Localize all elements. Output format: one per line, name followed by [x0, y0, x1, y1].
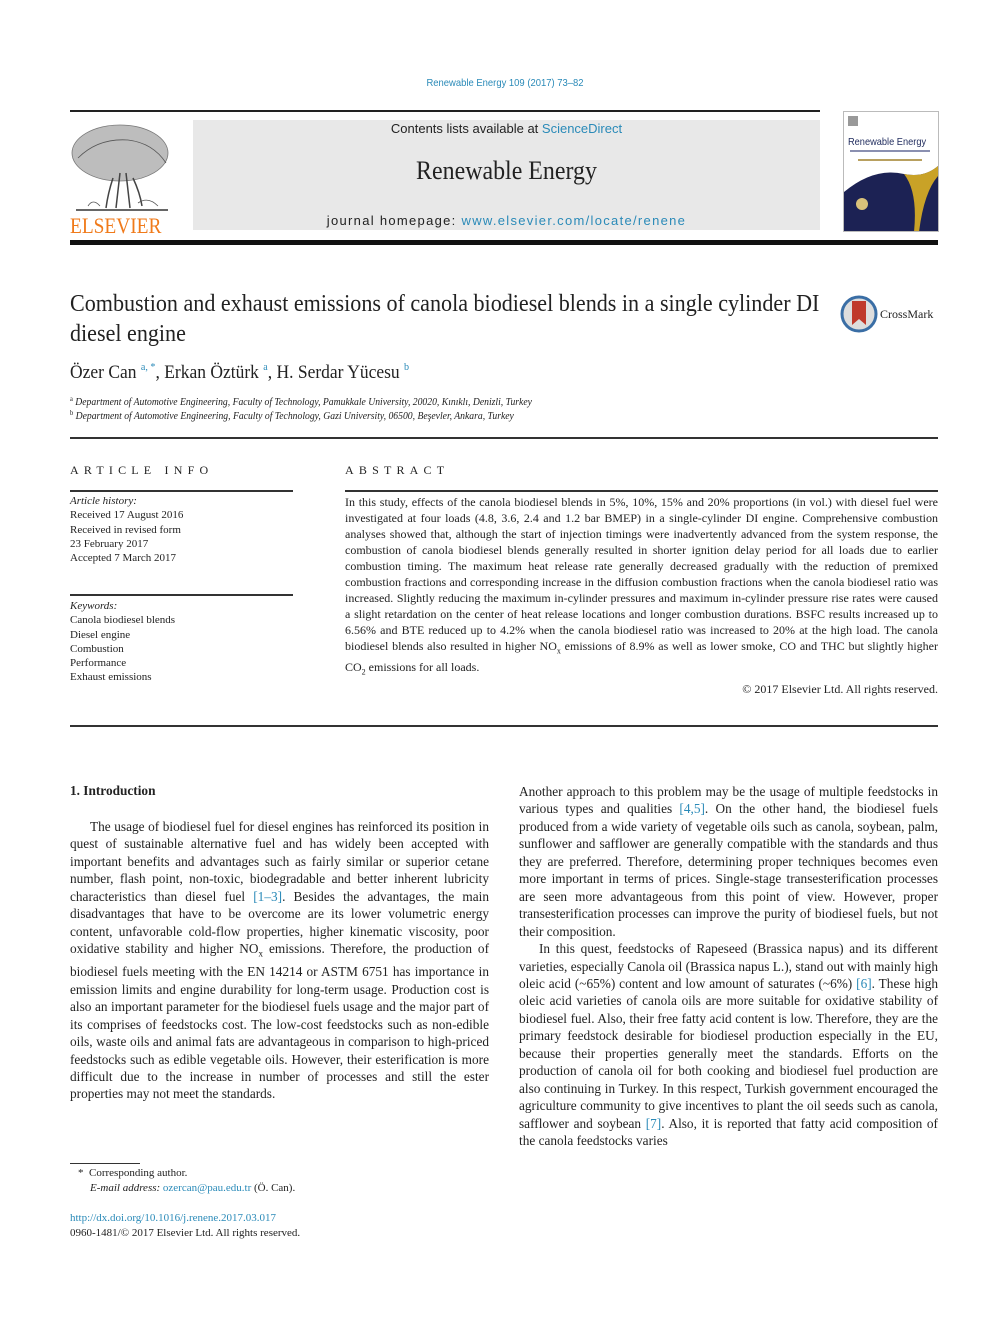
article-info-heading: ARTICLE INFO [70, 463, 214, 477]
corresponding-author-note: * Corresponding author. [78, 1166, 187, 1181]
author-name[interactable]: Özer Can [70, 362, 136, 383]
journal-reference[interactable]: Renewable Energy 109 (2017) 73–82 [51, 77, 960, 89]
journal-homepage: journal homepage: www.elsevier.com/locat… [193, 213, 820, 228]
abstract-text-part: emissions for all loads. [365, 660, 480, 675]
keywords-label: Keywords: [70, 600, 118, 612]
paragraph: In this quest, feedstocks of Rapeseed (B… [519, 940, 938, 1149]
abstract-rule [345, 490, 938, 492]
affiliation-text: Department of Automotive Engineering, Fa… [75, 411, 514, 422]
contents-prefix: Contents lists available at [390, 121, 542, 136]
article-history-label: Article history: [70, 495, 137, 507]
cover-elsevier-mini-logo-icon [848, 116, 858, 126]
crossmark-button[interactable]: CrossMark [840, 295, 940, 335]
history-item: Received in revised form [70, 523, 181, 536]
citation-link[interactable]: [1–3] [253, 889, 282, 904]
keyword: Combustion [70, 642, 124, 655]
corresponding-label: Corresponding author. [89, 1167, 188, 1179]
cover-title: Renewable Energy [848, 136, 927, 148]
doi-link[interactable]: http://dx.doi.org/10.1016/j.renene.2017.… [70, 1212, 276, 1224]
email-label: E-mail address: [90, 1182, 163, 1194]
paragraph: Another approach to this problem may be … [519, 783, 938, 940]
abstract-heading: ABSTRACT [345, 463, 450, 477]
homepage-prefix: journal homepage: [326, 213, 462, 228]
cover-subtitle-line [850, 150, 930, 152]
affiliation: b Department of Automotive Engineering, … [70, 409, 514, 422]
paragraph-text: . On the other hand, the biodiesel fuels… [519, 801, 938, 939]
affiliations-divider [70, 437, 938, 439]
keyword: Diesel engine [70, 628, 131, 641]
affiliation-text: Department of Automotive Engineering, Fa… [75, 397, 532, 408]
email-link[interactable]: ozercan@pau.edu.tr [163, 1182, 251, 1194]
author-affil-mark[interactable]: b [404, 361, 409, 373]
author-name[interactable]: H. Serdar Yücesu [276, 362, 399, 383]
author-name[interactable]: Erkan Öztürk [164, 362, 259, 383]
email-note: E-mail address: ozercan@pau.edu.tr (Ö. C… [90, 1181, 295, 1196]
crossmark-label: CrossMark [880, 307, 934, 321]
doi-line: http://dx.doi.org/10.1016/j.renene.2017.… [70, 1211, 276, 1226]
issn-line: 0960-1481/© 2017 Elsevier Ltd. All right… [70, 1227, 301, 1239]
keywords: Keywords: Canola biodiesel blends Diesel… [70, 599, 175, 685]
sciencedirect-link[interactable]: ScienceDirect [542, 121, 622, 136]
history-item: Received 17 August 2016 [70, 509, 184, 522]
journal-name: Renewable Energy [416, 156, 597, 185]
keywords-rule [70, 594, 293, 596]
affiliation-mark: b [70, 409, 74, 417]
footnote-rule [70, 1163, 140, 1164]
elsevier-wordmark: ELSEVIER [70, 213, 162, 238]
citation-link[interactable]: [7] [646, 1116, 662, 1131]
abstract-text-part: In this study, effects of the canola bio… [345, 495, 938, 653]
crossmark-icon [840, 295, 878, 333]
header-bottom-rule [70, 240, 938, 245]
section-heading-introduction: 1. Introduction [70, 783, 156, 798]
cover-wave-graphic-icon [844, 166, 938, 231]
paragraph-text: emissions. Therefore, the production of … [70, 941, 490, 1102]
header-top-rule [70, 110, 820, 112]
email-suffix: (Ö. Can). [251, 1182, 296, 1194]
citation-link[interactable]: [6] [856, 976, 872, 991]
article-info-rule [70, 490, 293, 492]
paragraph-text: . These high oleic acid varieties of can… [519, 975, 938, 1131]
keyword: Exhaust emissions [70, 671, 152, 684]
contents-availability: Contents lists available at ScienceDirec… [193, 121, 820, 136]
journal-reference-link[interactable]: Renewable Energy 109 (2017) 73–82 [426, 77, 583, 89]
article-title: Combustion and exhaust emissions of cano… [70, 291, 820, 347]
affiliation-mark: a [70, 395, 73, 403]
author-affil-mark[interactable]: a [263, 361, 267, 373]
paragraph: The usage of biodiesel fuel for diesel e… [70, 818, 489, 1103]
journal-cover-thumbnail[interactable]: Renewable Energy [843, 111, 939, 232]
abstract-copyright: © 2017 Elsevier Ltd. All rights reserved… [742, 681, 938, 696]
author-list: Özer Can a, *, Erkan Öztürk a, H. Serdar… [70, 361, 410, 383]
history-item: Accepted 7 March 2017 [70, 552, 176, 565]
homepage-link[interactable]: www.elsevier.com/locate/renene [462, 213, 687, 228]
footnote-star: * [78, 1167, 84, 1179]
article-history: Article history: Received 17 August 2016… [70, 494, 183, 565]
author-affil-mark[interactable]: a, * [141, 361, 156, 373]
abstract-body: In this study, effects of the canola bio… [345, 494, 938, 697]
abstract-bottom-rule [70, 725, 938, 727]
citation-link[interactable]: [4,5] [679, 801, 704, 816]
keyword: Performance [70, 657, 127, 670]
keyword: Canola biodiesel blends [70, 614, 176, 627]
abstract-text: In this study, effects of the canola bio… [345, 494, 938, 681]
left-column: The usage of biodiesel fuel for diesel e… [70, 818, 489, 1103]
history-item: 23 February 2017 [70, 537, 149, 550]
affiliation: a Department of Automotive Engineering, … [70, 395, 532, 408]
cover-subtitle-line-2 [858, 159, 922, 161]
right-column: Another approach to this problem may be … [519, 783, 938, 1150]
